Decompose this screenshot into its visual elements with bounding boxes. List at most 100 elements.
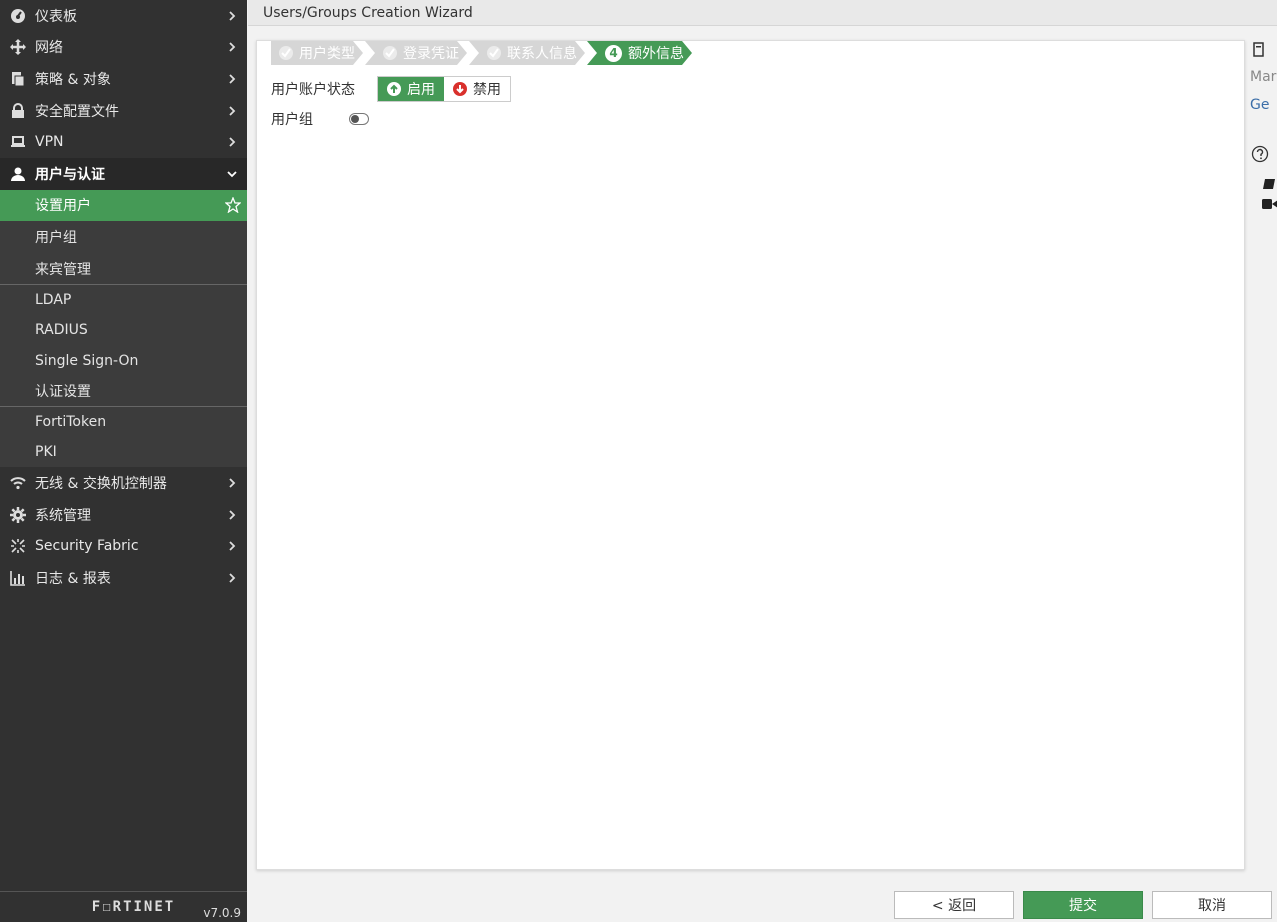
sidebar-item-network[interactable]: 网络 bbox=[0, 32, 247, 64]
disable-label: 禁用 bbox=[473, 82, 501, 98]
sidebar-item-sso[interactable]: Single Sign-On bbox=[0, 345, 247, 376]
wifi-icon bbox=[9, 474, 27, 492]
page-header: Users/Groups Creation Wizard bbox=[248, 0, 1277, 26]
dashboard-icon bbox=[9, 7, 27, 25]
wizard-step-label: 联系人信息 bbox=[507, 46, 577, 62]
sidebar-item-wifi-switch[interactable]: 无线 & 交换机控制器 bbox=[0, 467, 247, 499]
sidebar-footer: F☐RTINET v7.0.9 bbox=[0, 891, 247, 922]
sidebar-item-label: 设置用户 bbox=[35, 198, 91, 215]
lock-icon bbox=[9, 102, 27, 120]
main-nav-lower: 无线 & 交换机控制器 系统管理 Security Fabric 日志 & 报表 bbox=[0, 467, 247, 593]
wizard-step-label: 用户类型 bbox=[299, 46, 355, 62]
sidebar-item-user-auth[interactable]: 用户与认证 bbox=[0, 157, 247, 190]
sidebar-item-label: 无线 & 交换机控制器 bbox=[35, 476, 167, 493]
check-icon bbox=[279, 46, 293, 60]
wizard-steps: 用户类型 登录凭证 联系人信息 4 额外信息 bbox=[271, 41, 694, 65]
right-info-panel: Mar Ge bbox=[1250, 40, 1277, 240]
sidebar-item-guest-management[interactable]: 来宾管理 bbox=[0, 253, 247, 285]
sidebar-item-label: 系统管理 bbox=[35, 507, 91, 524]
wizard-step-label: 登录凭证 bbox=[403, 46, 459, 62]
sidebar-item-label: 策略 & 对象 bbox=[35, 71, 111, 88]
sidebar-item-vpn[interactable]: VPN bbox=[0, 126, 247, 158]
account-status-toggle: 启用 禁用 bbox=[377, 76, 511, 102]
chevron-right-icon bbox=[229, 74, 236, 84]
check-icon bbox=[487, 46, 501, 60]
sidebar-item-radius[interactable]: RADIUS bbox=[0, 315, 247, 346]
user-group-label: 用户组 bbox=[271, 112, 313, 128]
right-info-text: Mar bbox=[1250, 69, 1277, 85]
sidebar-item-pki[interactable]: PKI bbox=[0, 437, 247, 468]
book-icon bbox=[1263, 179, 1275, 189]
sidebar-item-dashboard[interactable]: 仪表板 bbox=[0, 0, 247, 32]
wizard-step-4[interactable]: 4 额外信息 bbox=[587, 41, 692, 65]
sidebar-item-label: 仪表板 bbox=[35, 8, 77, 25]
account-status-label: 用户账户状态 bbox=[271, 82, 355, 98]
step-number: 4 bbox=[605, 45, 622, 62]
sidebar-item-auth-settings[interactable]: 认证设置 bbox=[0, 376, 247, 407]
user-icon bbox=[9, 165, 27, 183]
video-icon bbox=[1262, 199, 1277, 209]
chevron-right-icon bbox=[229, 573, 236, 583]
sidebar-item-ldap[interactable]: LDAP bbox=[0, 284, 247, 315]
right-info-link[interactable]: Ge bbox=[1250, 97, 1269, 113]
star-icon[interactable] bbox=[225, 197, 241, 214]
network-icon bbox=[9, 38, 27, 56]
fabric-icon bbox=[9, 537, 27, 555]
laptop-icon bbox=[9, 133, 27, 151]
gear-icon bbox=[9, 506, 27, 524]
sidebar-item-log-report[interactable]: 日志 & 报表 bbox=[0, 562, 247, 594]
wizard-step-2[interactable]: 登录凭证 bbox=[365, 41, 467, 65]
sidebar-item-label: Security Fabric bbox=[35, 538, 139, 555]
sidebar-item-security-fabric[interactable]: Security Fabric bbox=[0, 531, 247, 563]
user-group-row: 用户组 bbox=[271, 109, 369, 129]
chevron-down-icon bbox=[227, 171, 237, 178]
chevron-right-icon bbox=[229, 42, 236, 53]
chevron-right-icon bbox=[229, 510, 236, 520]
chevron-right-icon bbox=[229, 137, 236, 147]
sidebar-item-label: Single Sign-On bbox=[35, 352, 139, 369]
document-icon bbox=[1253, 42, 1264, 57]
sidebar-item-label: 用户组 bbox=[35, 229, 77, 246]
wizard-step-3[interactable]: 联系人信息 bbox=[469, 41, 585, 65]
sidebar-item-label: PKI bbox=[35, 444, 57, 461]
account-status-row: 用户账户状态 启用 禁用 bbox=[271, 76, 511, 102]
disable-button[interactable]: 禁用 bbox=[444, 77, 510, 101]
help-icon[interactable] bbox=[1251, 145, 1269, 163]
arrow-down-circle-icon bbox=[453, 82, 467, 96]
sidebar: 仪表板 网络 策略 & 对象 安全配置文件 VPN 用户与认证 设置用户 用户组… bbox=[0, 0, 247, 922]
check-icon bbox=[383, 46, 397, 60]
policy-icon bbox=[9, 70, 27, 88]
main-nav: 仪表板 网络 策略 & 对象 安全配置文件 VPN 用户与认证 bbox=[0, 0, 247, 190]
sidebar-item-label: 用户与认证 bbox=[35, 166, 105, 183]
user-group-toggle[interactable] bbox=[349, 113, 369, 125]
arrow-up-circle-icon bbox=[387, 82, 401, 96]
chevron-right-icon bbox=[229, 11, 236, 21]
sidebar-item-label: VPN bbox=[35, 134, 64, 151]
toggle-knob bbox=[351, 115, 359, 123]
sidebar-item-policy[interactable]: 策略 & 对象 bbox=[0, 63, 247, 95]
wizard-step-label: 额外信息 bbox=[628, 46, 684, 62]
enable-button[interactable]: 启用 bbox=[378, 77, 444, 101]
version-label: v7.0.9 bbox=[203, 906, 241, 920]
wizard-step-1[interactable]: 用户类型 bbox=[271, 41, 363, 65]
fortinet-logo: F☐RTINET bbox=[91, 899, 176, 915]
chevron-right-icon bbox=[229, 105, 236, 116]
back-button[interactable]: < 返回 bbox=[894, 891, 1014, 919]
sidebar-item-security-profiles[interactable]: 安全配置文件 bbox=[0, 95, 247, 127]
sidebar-item-label: RADIUS bbox=[35, 322, 88, 339]
sidebar-item-label: 网络 bbox=[35, 40, 63, 57]
sidebar-item-user-definition[interactable]: 设置用户 bbox=[0, 189, 247, 222]
sidebar-item-system[interactable]: 系统管理 bbox=[0, 499, 247, 531]
sidebar-item-user-groups[interactable]: 用户组 bbox=[0, 221, 247, 253]
chart-icon bbox=[9, 569, 27, 587]
wizard-panel: 用户类型 登录凭证 联系人信息 4 额外信息 用户账户状态 启用 禁用 用户组 bbox=[256, 40, 1245, 870]
cancel-button[interactable]: 取消 bbox=[1152, 891, 1272, 919]
sidebar-item-label: 认证设置 bbox=[35, 384, 91, 401]
sidebar-item-fortitoken[interactable]: FortiToken bbox=[0, 406, 247, 437]
sidebar-item-label: FortiToken bbox=[35, 414, 107, 431]
chevron-right-icon bbox=[229, 541, 236, 551]
chevron-right-icon bbox=[229, 478, 236, 488]
submit-button[interactable]: 提交 bbox=[1023, 891, 1143, 919]
sidebar-item-label: 日志 & 报表 bbox=[35, 570, 111, 587]
sidebar-item-label: LDAP bbox=[35, 292, 72, 309]
